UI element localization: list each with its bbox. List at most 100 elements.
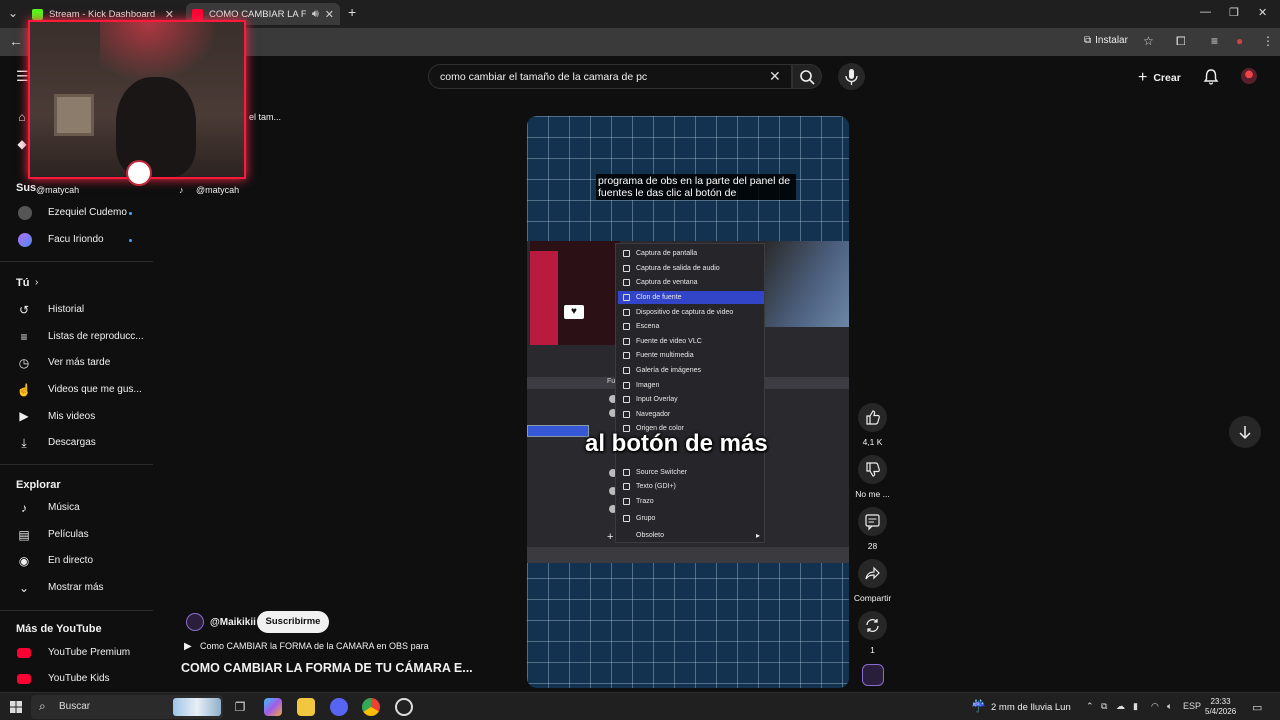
account-avatar[interactable] — [1241, 68, 1257, 84]
close-tab-icon[interactable]: ✕ — [165, 8, 174, 21]
extensions-icon[interactable]: ⧠ — [1176, 34, 1186, 49]
restore-icon[interactable]: ❐ — [1229, 6, 1239, 19]
close-tab-icon[interactable]: ✕ — [325, 8, 334, 21]
obs-selected-scene — [527, 425, 589, 437]
copilot-icon[interactable] — [264, 698, 282, 716]
taskbar-search[interactable]: ⌕ Buscar — [31, 695, 223, 719]
sidebar-channel-ezequiel[interactable]: Ezequiel Cudemo — [48, 207, 127, 218]
subscriptions-header[interactable]: Sus — [16, 182, 36, 194]
chevron-down-icon: ⌄ — [18, 581, 30, 595]
close-window-icon[interactable]: ✕ — [1258, 6, 1267, 19]
explore-header: Explorar — [16, 479, 61, 491]
channel-avatar[interactable] — [186, 613, 204, 631]
menu-item: Captura de ventana — [618, 276, 764, 289]
tab-search-icon[interactable]: ⌄ — [8, 6, 18, 20]
chrome-icon[interactable] — [362, 698, 380, 716]
channel-name[interactable]: @Maikikii — [210, 617, 256, 628]
sidebar-item-music[interactable]: Música — [48, 502, 80, 513]
video-title[interactable]: COMO CAMBIAR LA FORMA DE TU CÁMARA E... — [181, 661, 473, 675]
windows-start-icon[interactable] — [10, 701, 22, 713]
sidebar-item-liked[interactable]: Videos que me gus... — [48, 384, 142, 395]
hamburger-menu-icon[interactable]: ☰ — [16, 68, 29, 85]
next-video-button[interactable] — [1229, 416, 1261, 448]
obs-icon[interactable] — [395, 698, 413, 716]
create-button[interactable]: + Crear — [1138, 69, 1181, 87]
sidebar-item-premium[interactable]: YouTube Premium — [48, 647, 130, 658]
menu-item: Escena — [618, 320, 764, 333]
dislike-label: No me ... — [855, 489, 890, 499]
tray-chevron-icon[interactable]: ⌃ — [1086, 701, 1094, 712]
brush-icon — [623, 498, 630, 505]
like-button[interactable] — [858, 403, 887, 432]
subscribe-button[interactable]: Suscribirme — [257, 611, 329, 633]
search-input[interactable]: como cambiar el tamaño de la camara de p… — [440, 71, 647, 83]
system-clock[interactable]: 23:33 5/4/2026 — [1205, 697, 1236, 717]
discord-icon[interactable] — [330, 698, 348, 716]
sidebar-item-kids[interactable]: YouTube Kids — [48, 673, 110, 684]
sidebar-item-my-videos[interactable]: Mis videos — [48, 411, 95, 422]
weather-text[interactable]: 2 mm de lluvia Lun — [991, 702, 1071, 713]
wifi-icon[interactable]: ◠ — [1151, 701, 1159, 712]
minimize-icon[interactable]: — — [1200, 6, 1211, 18]
sidebar-item-playlists[interactable]: Listas de reproducc... — [48, 331, 144, 342]
sidebar-item-movies[interactable]: Películas — [48, 529, 89, 540]
short-video-player[interactable]: programa de obs en la parte del panel de… — [527, 116, 849, 688]
menu-item: Navegador — [618, 408, 764, 421]
voice-search-button[interactable] — [838, 63, 865, 90]
menu-item: Fuente multimedia — [618, 349, 764, 362]
sidebar-item-history[interactable]: Historial — [48, 304, 84, 315]
chevron-right-icon: › — [35, 277, 39, 288]
streamer-silhouette — [116, 77, 196, 177]
clear-search-icon[interactable]: ✕ — [769, 68, 781, 85]
video-caption-big: al botón de más — [585, 430, 768, 457]
notification-center-icon[interactable]: ▭ — [1252, 701, 1262, 714]
install-button[interactable]: ⧉ Instalar — [1084, 35, 1128, 46]
volume-icon[interactable]: 🔈︎ — [1167, 701, 1172, 712]
notifications-button[interactable] — [1203, 68, 1219, 88]
media-control-icon[interactable]: ≡ — [1211, 34, 1218, 48]
tray-mic-icon[interactable]: ▮ — [1133, 701, 1138, 712]
bell-icon — [1203, 69, 1219, 85]
search-icon: ⌕ — [39, 699, 46, 713]
preview-red-block — [530, 251, 558, 345]
share-label: Compartir — [853, 593, 892, 603]
sidebar-item-watch-later[interactable]: Ver más tarde — [48, 357, 110, 368]
task-view-icon[interactable]: ❐ — [231, 698, 249, 716]
more-menu-icon[interactable]: ⋮ — [1262, 34, 1274, 48]
speaker-icon — [623, 265, 630, 272]
clock-time: 23:33 — [1210, 697, 1231, 706]
sidebar-item-live[interactable]: En directo — [48, 555, 93, 566]
related-video-link[interactable]: Como CAMBIAR la FORMA de la CAMARA en OB… — [200, 641, 429, 651]
profile-icon[interactable]: ● — [1236, 34, 1243, 48]
webcam-overlay — [28, 20, 246, 179]
new-tab-button[interactable]: + — [348, 4, 356, 20]
search-box[interactable]: como cambiar el tamaño de la camara de p… — [428, 64, 792, 89]
sidebar-item-show-more[interactable]: Mostrar más — [48, 582, 104, 593]
sidebar-divider — [0, 464, 153, 465]
tab-title: Stream - Kick Dashboard — [49, 8, 156, 20]
search-button[interactable] — [792, 64, 822, 89]
share-button[interactable] — [858, 559, 887, 588]
audio-source-avatar[interactable] — [862, 664, 884, 686]
obs-bottom-bar — [527, 547, 849, 563]
tray-cloud-icon[interactable]: ☁ — [1116, 701, 1125, 712]
gamepad-icon — [623, 396, 630, 403]
sidebar-channel-facu[interactable]: Facu Iriondo — [48, 234, 104, 245]
dislike-button[interactable] — [858, 455, 887, 484]
remix-icon — [866, 619, 879, 632]
back-arrow-icon[interactable]: ← — [9, 33, 23, 49]
sidebar-item-downloads[interactable]: Descargas — [48, 437, 96, 448]
menu-item-selected: Clon de fuente — [618, 291, 764, 304]
speaker-icon[interactable]: 🔊︎ — [312, 8, 319, 21]
language-indicator[interactable]: ESP — [1183, 701, 1201, 711]
remix-button[interactable] — [858, 611, 887, 640]
comments-button[interactable] — [858, 507, 887, 536]
streamer-logo — [126, 160, 152, 186]
thumb-down-icon — [866, 462, 880, 477]
file-explorer-icon[interactable] — [297, 698, 315, 716]
bookmark-star-icon[interactable]: ☆ — [1143, 34, 1154, 48]
sidebar-divider — [0, 261, 153, 262]
play-square-icon: ▶ — [19, 409, 29, 423]
heart-icon: ♥ — [564, 305, 584, 319]
tray-app-icon[interactable]: ⧉ — [1101, 701, 1107, 712]
